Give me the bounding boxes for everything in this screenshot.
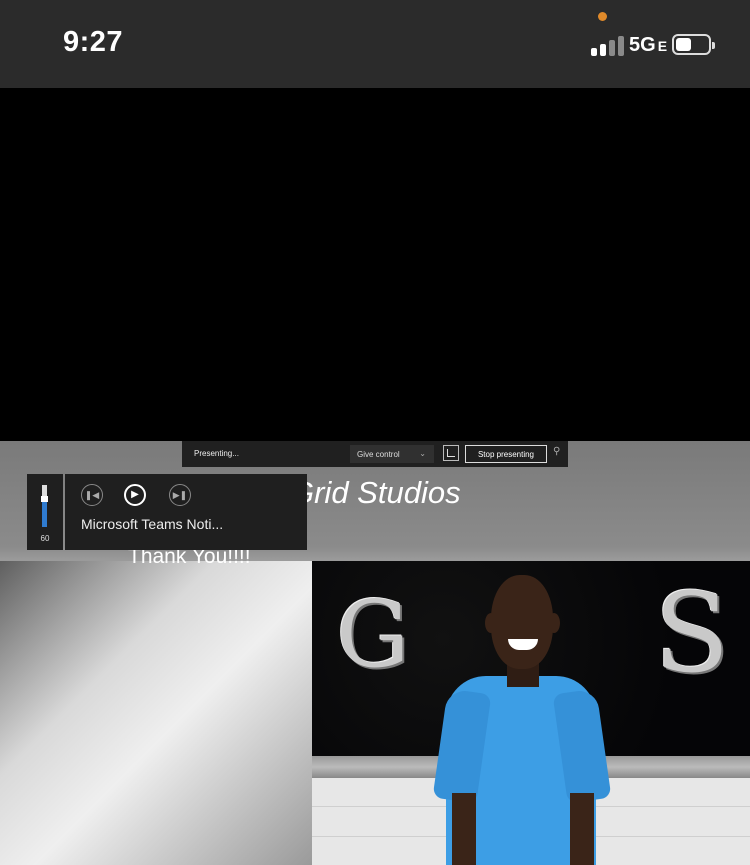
- network-suffix: E: [657, 38, 668, 54]
- battery-icon: [672, 34, 715, 55]
- volume-level-fill: [42, 502, 47, 527]
- network-label: 5G: [629, 34, 656, 56]
- volume-flyout: 60: [27, 474, 63, 550]
- volume-slider[interactable]: [41, 485, 48, 527]
- volume-knob[interactable]: [41, 496, 48, 502]
- give-control-label: Give control: [357, 450, 400, 459]
- cellular-signal-icon: [591, 34, 626, 56]
- network-type: 5G E: [629, 34, 667, 57]
- give-control-dropdown[interactable]: Give control ⌄: [350, 445, 434, 463]
- privacy-indicator-dot: [598, 12, 607, 21]
- play-icon[interactable]: ▶: [124, 484, 146, 506]
- backdrop-letter-g: G: [336, 581, 410, 688]
- next-track-icon[interactable]: ▶❚: [169, 484, 191, 506]
- video-letterbox: [0, 88, 750, 441]
- share-window-icon[interactable]: [443, 445, 459, 461]
- chevron-down-icon: ⌄: [419, 449, 426, 458]
- backdrop-letter-s: S: [654, 569, 730, 697]
- status-time: 9:27: [63, 26, 124, 58]
- sharing-toolbar: Presenting... Give control ⌄ Stop presen…: [182, 441, 568, 467]
- media-flyout: ❚◀ ▶ ▶❚ Microsoft Teams Noti...: [65, 474, 307, 550]
- stop-presenting-button[interactable]: Stop presenting: [465, 445, 547, 463]
- slide-gradient-panel: [0, 561, 312, 865]
- presenter-video: G S: [312, 561, 750, 865]
- presenting-status: Presenting...: [194, 449, 239, 458]
- pin-icon[interactable]: ⚲: [553, 446, 560, 457]
- ios-status-bar: 9:27 5G E: [0, 0, 750, 88]
- presenter-head: [491, 575, 553, 669]
- previous-track-icon[interactable]: ❚◀: [81, 484, 103, 506]
- slide-title: Grid Studios: [290, 475, 461, 510]
- media-title: Microsoft Teams Noti...: [81, 516, 224, 532]
- volume-level: 60: [40, 534, 50, 543]
